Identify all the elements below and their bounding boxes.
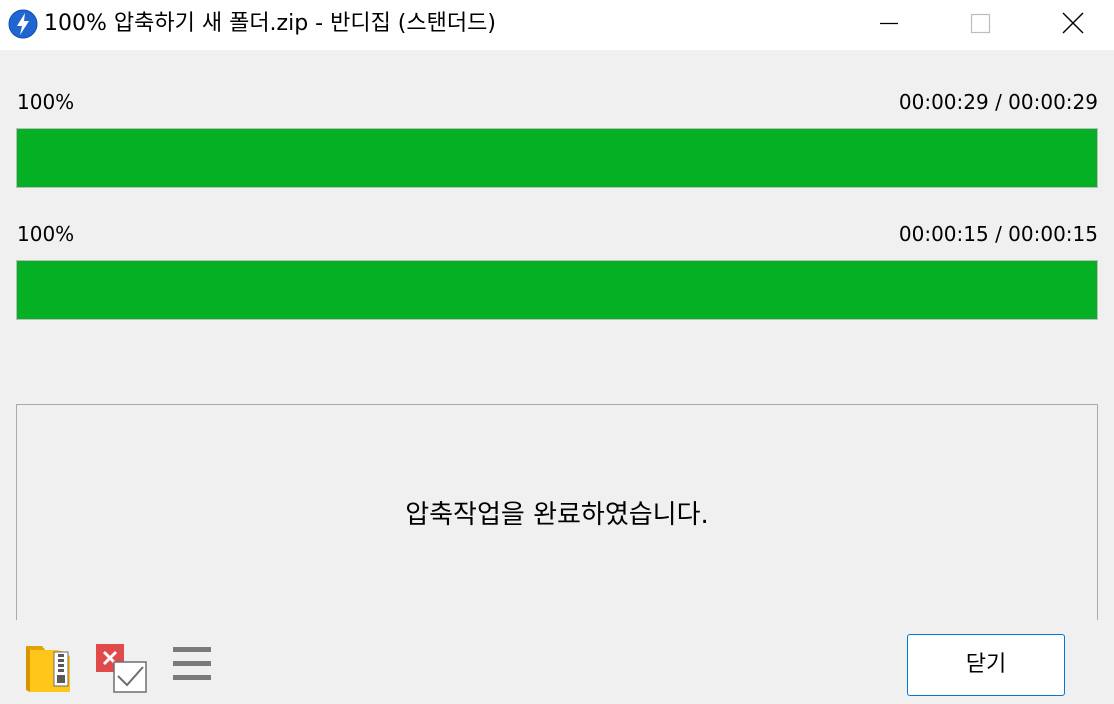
maximize-icon — [970, 13, 991, 34]
progress-percent-label: 100% — [17, 90, 75, 114]
maximize-button[interactable] — [935, 0, 1027, 50]
status-message-box: 압축작업을 완료하였습니다. — [16, 404, 1098, 620]
minimize-icon — [880, 22, 898, 25]
progress-bar-fill — [17, 129, 1097, 187]
title-bar: 100% 압축하기 새 폴더.zip - 반디집 (스탠더드) — [0, 0, 1114, 50]
progress-bar-fill — [17, 261, 1097, 319]
menu-icon[interactable] — [166, 638, 222, 698]
window-title: 100% 압축하기 새 폴더.zip - 반디집 (스탠더드) — [44, 11, 496, 36]
close-button[interactable]: 닫기 — [907, 634, 1065, 696]
close-icon — [1062, 12, 1084, 34]
delete-check-icon[interactable] — [92, 638, 148, 698]
progress-bar — [16, 260, 1098, 320]
close-window-button[interactable] — [1027, 0, 1114, 50]
minimize-button[interactable] — [843, 0, 935, 50]
bandizip-lightning-icon — [8, 9, 38, 39]
completion-message: 압축작업을 완료하였습니다. — [405, 500, 709, 530]
progress-percent-label: 100% — [17, 222, 75, 246]
progress-time-label: 00:00:29 / 00:00:29 — [898, 90, 1098, 114]
open-folder-zip-icon[interactable] — [20, 638, 76, 698]
progress-bar — [16, 128, 1098, 188]
progress-time-label: 00:00:15 / 00:00:15 — [898, 222, 1098, 246]
